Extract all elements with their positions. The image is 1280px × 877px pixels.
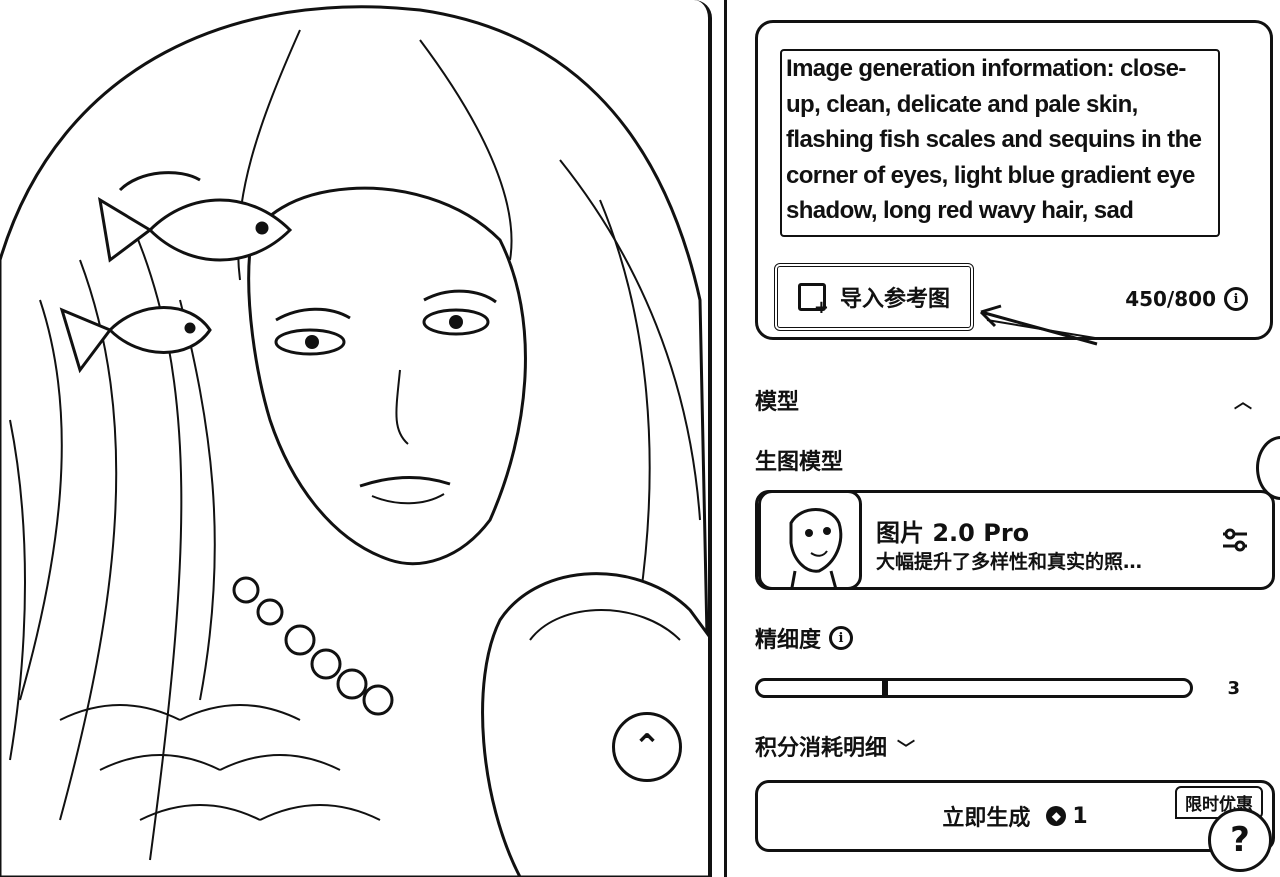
info-icon[interactable]: i (829, 626, 854, 650)
sliders-icon[interactable] (1220, 525, 1250, 555)
prompt-textarea[interactable]: Image generation information: close-up, … (780, 49, 1220, 237)
detail-level-slider[interactable] (755, 678, 1193, 698)
image-model-label: 生图模型 (755, 450, 844, 475)
help-label: ? (1230, 820, 1250, 860)
detail-level-label-row: 精细度 i (755, 622, 854, 654)
import-reference-label: 导入参考图 (839, 287, 950, 312)
slider-fill[interactable] (758, 681, 888, 695)
image-preview-panel: ⌃ (0, 0, 712, 877)
import-reference-image-button[interactable]: 导入参考图 (774, 263, 974, 331)
generate-label: 立即生成 (942, 806, 1031, 831)
generated-image (0, 5, 708, 877)
chevron-down-icon: ﹀ (897, 739, 916, 760)
model-section-title: 模型 (755, 390, 800, 415)
detail-level-label: 精细度 (755, 628, 822, 653)
credit-count: 1 (1072, 803, 1088, 829)
annotation-arrow (979, 304, 1098, 346)
credit-cost-label: 积分消耗明细 (755, 736, 888, 761)
credit-coin-icon: ◆ (1046, 806, 1067, 826)
character-counter: 450/800 i (1125, 287, 1248, 311)
collapse-panel-button[interactable]: ⌃ (612, 712, 682, 782)
model-name: 图片 2.0 Pro (876, 519, 1030, 547)
chevron-up-icon[interactable]: ︿ (1234, 388, 1252, 414)
help-button[interactable]: ? (1208, 808, 1272, 872)
add-image-icon (797, 283, 829, 318)
controls-panel: Image generation information: close-up, … (724, 0, 1280, 877)
credit-cost-toggle[interactable]: 积分消耗明细 ﹀ (755, 730, 915, 762)
info-icon[interactable]: i (1224, 287, 1248, 311)
model-thumbnail (758, 490, 862, 590)
prompt-card: Image generation information: close-up, … (755, 20, 1273, 340)
model-selector-card[interactable]: 图片 2.0 Pro 大幅提升了多样性和真实的照… (755, 490, 1275, 590)
credit-cost: ◆ 1 (1046, 803, 1088, 829)
chevron-up-icon: ⌃ (632, 727, 662, 767)
detail-level-value: 3 (1227, 678, 1240, 699)
model-description: 大幅提升了多样性和真实的照… (876, 551, 1143, 573)
character-count: 450/800 (1125, 287, 1216, 311)
